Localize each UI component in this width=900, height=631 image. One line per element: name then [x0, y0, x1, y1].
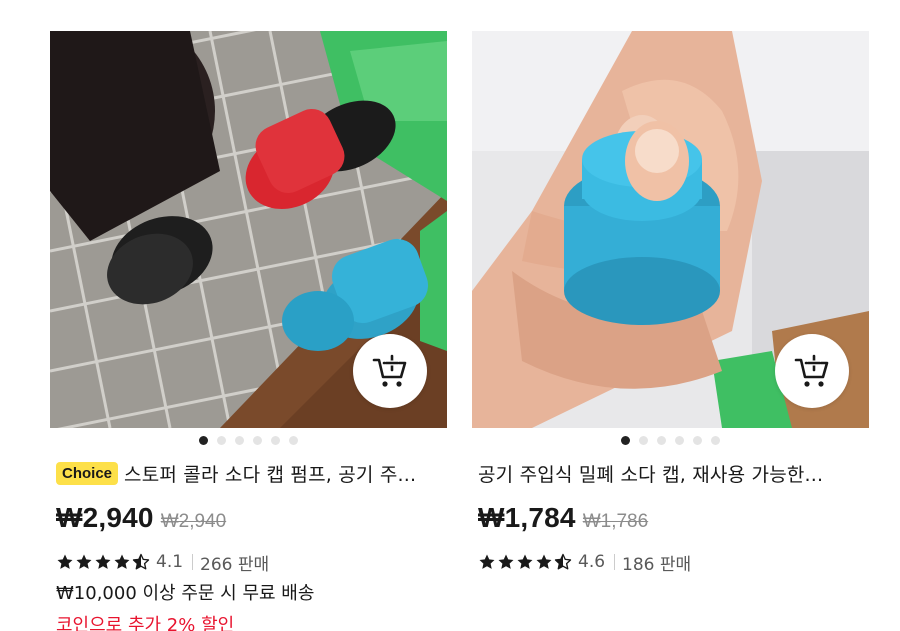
star-icon: [57, 554, 73, 569]
sold-count: 266 판매: [200, 554, 270, 575]
product-title-row[interactable]: Choice 스토퍼 콜라 소다 캡 펌프, 공기 주...: [50, 460, 447, 486]
carousel-dot[interactable]: [271, 435, 280, 445]
original-price: ₩1,786: [582, 511, 649, 532]
carousel-dot[interactable]: [199, 435, 208, 445]
sale-price: ₩1,784: [478, 502, 576, 533]
sold-count: 186 판매: [622, 554, 692, 575]
star-rating: [56, 553, 150, 571]
star-icon: [536, 554, 552, 569]
carousel-dot[interactable]: [657, 435, 666, 445]
product-card[interactable]: Choice 스토퍼 콜라 소다 캡 펌프, 공기 주... ₩2,940 ₩2…: [50, 31, 447, 631]
product-title[interactable]: 스토퍼 콜라 소다 캡 펌프, 공기 주...: [124, 460, 416, 486]
product-title[interactable]: 공기 주입식 밀폐 소다 캡, 재사용 가능한...: [478, 460, 823, 486]
price-row: ₩2,940 ₩2,940: [56, 502, 447, 536]
star-icon: [517, 554, 533, 569]
carousel-dot[interactable]: [235, 435, 244, 445]
choice-badge: Choice: [56, 461, 119, 485]
add-to-cart-icon: [372, 354, 407, 387]
star-icon: [114, 554, 130, 569]
carousel-dot[interactable]: [639, 435, 648, 445]
half-star-icon: [132, 553, 150, 570]
product-title-row[interactable]: 공기 주입식 밀폐 소다 캡, 재사용 가능한...: [472, 460, 869, 486]
divider: [614, 554, 616, 570]
rating-row: 4.1 266 판매: [56, 551, 447, 575]
divider: [192, 554, 194, 570]
star-icon: [95, 554, 111, 569]
coin-discount: 코인으로 추가 2% 할인: [56, 615, 235, 631]
image-carousel-dots: [472, 433, 869, 447]
carousel-dot[interactable]: [289, 435, 298, 445]
image-carousel-dots: [50, 433, 447, 447]
shipping-info: ₩10,000 이상 주문 시 무료 배송: [56, 583, 315, 604]
star-icon: [76, 554, 92, 569]
carousel-dot[interactable]: [217, 435, 226, 445]
add-to-cart-button[interactable]: [775, 334, 849, 408]
carousel-dot[interactable]: [621, 435, 630, 445]
add-to-cart-icon: [794, 354, 829, 387]
product-image[interactable]: [50, 31, 447, 428]
carousel-dot[interactable]: [675, 435, 684, 445]
rating-value: 4.6: [578, 552, 606, 572]
product-image[interactable]: [472, 31, 869, 428]
add-to-cart-button[interactable]: [353, 334, 427, 408]
sale-price: ₩2,940: [56, 502, 154, 533]
carousel-dot[interactable]: [253, 435, 262, 445]
star-rating: [478, 553, 572, 571]
product-card[interactable]: 공기 주입식 밀폐 소다 캡, 재사용 가능한... ₩1,784 ₩1,786…: [472, 31, 869, 575]
star-icon: [479, 554, 495, 569]
price-row: ₩1,784 ₩1,786: [478, 502, 869, 536]
rating-value: 4.1: [156, 552, 184, 572]
carousel-dot[interactable]: [711, 435, 720, 445]
star-icon: [498, 554, 514, 569]
carousel-dot[interactable]: [693, 435, 702, 445]
half-star-icon: [554, 553, 572, 570]
rating-row: 4.6 186 판매: [478, 551, 869, 575]
original-price: ₩2,940: [160, 511, 227, 532]
